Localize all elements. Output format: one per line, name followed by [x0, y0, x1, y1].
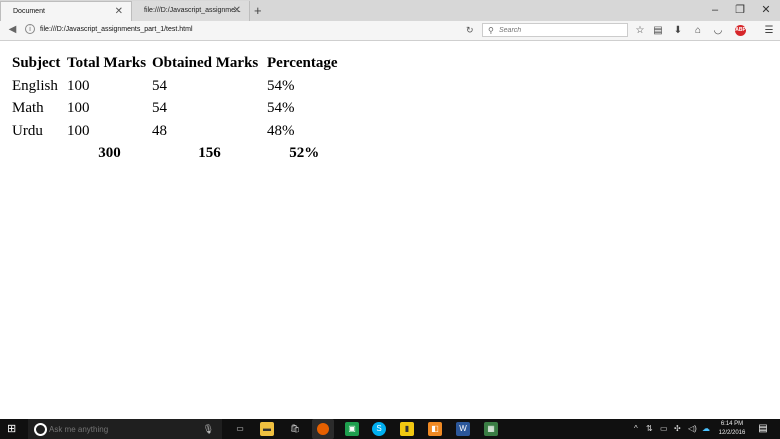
file-explorer-icon[interactable]: ▬: [260, 422, 274, 436]
close-window-button[interactable]: ✕: [754, 0, 778, 21]
skype-icon[interactable]: S: [372, 422, 386, 436]
onedrive-icon[interactable]: ☁: [702, 419, 710, 439]
tab-document[interactable]: Document ✕: [0, 1, 132, 21]
task-view-icon[interactable]: ▭: [233, 422, 247, 436]
search-icon: ⚲: [488, 26, 494, 35]
search-box[interactable]: ⚲: [482, 23, 628, 37]
volume-icon[interactable]: ◁): [688, 419, 697, 439]
cell-subject: Urdu: [12, 122, 43, 139]
total-marks: 300: [98, 145, 121, 161]
cortana-icon: [34, 423, 47, 436]
tab-title: file:///D:/Javascript_assignme...: [144, 7, 241, 14]
pocket-icon[interactable]: ◡: [711, 23, 725, 38]
page-content: Subject Total Marks Obtained Marks Perce…: [12, 52, 342, 165]
cell-empty: [12, 142, 67, 165]
tray-chevron-icon[interactable]: ^: [634, 419, 638, 439]
tab-strip: Document ✕ file:///D:/Javascript_assignm…: [0, 0, 780, 21]
header-percentage: Percentage: [267, 55, 338, 71]
adblock-icon[interactable]: ABP: [735, 25, 746, 36]
total-obtained: 156: [198, 145, 221, 161]
star-icon[interactable]: ☆: [633, 23, 647, 38]
clock-time: 6:14 PM: [720, 421, 744, 427]
word-icon[interactable]: W: [456, 422, 470, 436]
windows-start-icon[interactable]: ⊞: [7, 423, 19, 435]
header-row: Subject Total Marks Obtained Marks Perce…: [12, 52, 342, 75]
search-input[interactable]: [499, 25, 619, 36]
table-row: Urdu 100 48 48%: [12, 120, 342, 143]
back-arrow-icon[interactable]: ◀: [6, 23, 19, 36]
cell-subject: Math: [12, 100, 44, 116]
info-icon[interactable]: i: [25, 24, 35, 34]
cell-obtained: 54: [152, 77, 167, 94]
cell-total: 100: [67, 122, 90, 139]
total-row: 300 156 52%: [12, 142, 342, 165]
tab-close-icon[interactable]: ✕: [115, 2, 123, 22]
cell-percentage: 54%: [267, 77, 295, 94]
firefox-icon[interactable]: [312, 419, 334, 439]
cortana-search[interactable]: 🎙: [28, 419, 222, 439]
table-row: Math 100 54 54%: [12, 97, 342, 120]
cell-obtained: 48: [152, 122, 167, 139]
notification-icon[interactable]: ▤: [757, 423, 769, 435]
battery-icon[interactable]: ▭: [660, 419, 668, 439]
sticky-notes-icon[interactable]: ▮: [400, 422, 414, 436]
download-icon[interactable]: ⬇: [671, 23, 685, 38]
marks-table: Subject Total Marks Obtained Marks Perce…: [12, 52, 342, 165]
tab-file[interactable]: file:///D:/Javascript_assignme... ✕: [132, 1, 250, 21]
header-obtained-marks: Obtained Marks: [152, 55, 259, 71]
maximize-button[interactable]: ❐: [728, 0, 752, 21]
home-icon[interactable]: ⌂: [691, 23, 705, 38]
cell-percentage: 54%: [267, 100, 295, 116]
reading-list-icon[interactable]: ▤: [651, 23, 665, 38]
new-tab-button[interactable]: +: [254, 0, 262, 21]
minimize-button[interactable]: –: [703, 0, 727, 21]
total-percentage: 52%: [289, 145, 320, 161]
app-green-icon[interactable]: ▦: [484, 422, 498, 436]
tab-close-icon[interactable]: ✕: [233, 1, 241, 21]
table-row: English 100 54 54%: [12, 75, 342, 98]
header-total-marks: Total Marks: [67, 55, 147, 71]
clock-date: 12/2/2016: [718, 430, 746, 436]
header-subject: Subject: [12, 55, 61, 71]
reload-icon[interactable]: ↻: [466, 23, 474, 37]
wifi-icon[interactable]: ✣: [674, 419, 681, 439]
cell-total: 100: [67, 100, 90, 116]
cortana-search-input[interactable]: [49, 422, 199, 436]
menu-icon[interactable]: ☰: [762, 23, 776, 38]
tab-title: Document: [13, 8, 45, 15]
cell-obtained: 54: [152, 100, 167, 116]
taskbar: ⊞ 🎙 ▭ ▬ 🛍 ▣ S ▮ ◧ W ▦ ^ ⇅ ▭ ✣ ◁) ☁ 6:14 …: [0, 419, 780, 439]
cell-subject: English: [12, 77, 58, 94]
clock[interactable]: 6:14 PM 12/2/2016: [716, 420, 748, 438]
url-bar[interactable]: file:///D:/Javascript_assignments_part_1…: [40, 24, 193, 36]
cell-percentage: 48%: [267, 122, 295, 139]
network-icon[interactable]: ⇅: [646, 419, 653, 439]
cell-total: 100: [67, 77, 90, 94]
microphone-icon[interactable]: 🎙: [203, 421, 214, 437]
app-orange-icon[interactable]: ◧: [428, 422, 442, 436]
store-icon[interactable]: 🛍: [288, 422, 302, 436]
nav-bar: ◀ i file:///D:/Javascript_assignments_pa…: [0, 21, 780, 41]
photos-icon[interactable]: ▣: [345, 422, 359, 436]
